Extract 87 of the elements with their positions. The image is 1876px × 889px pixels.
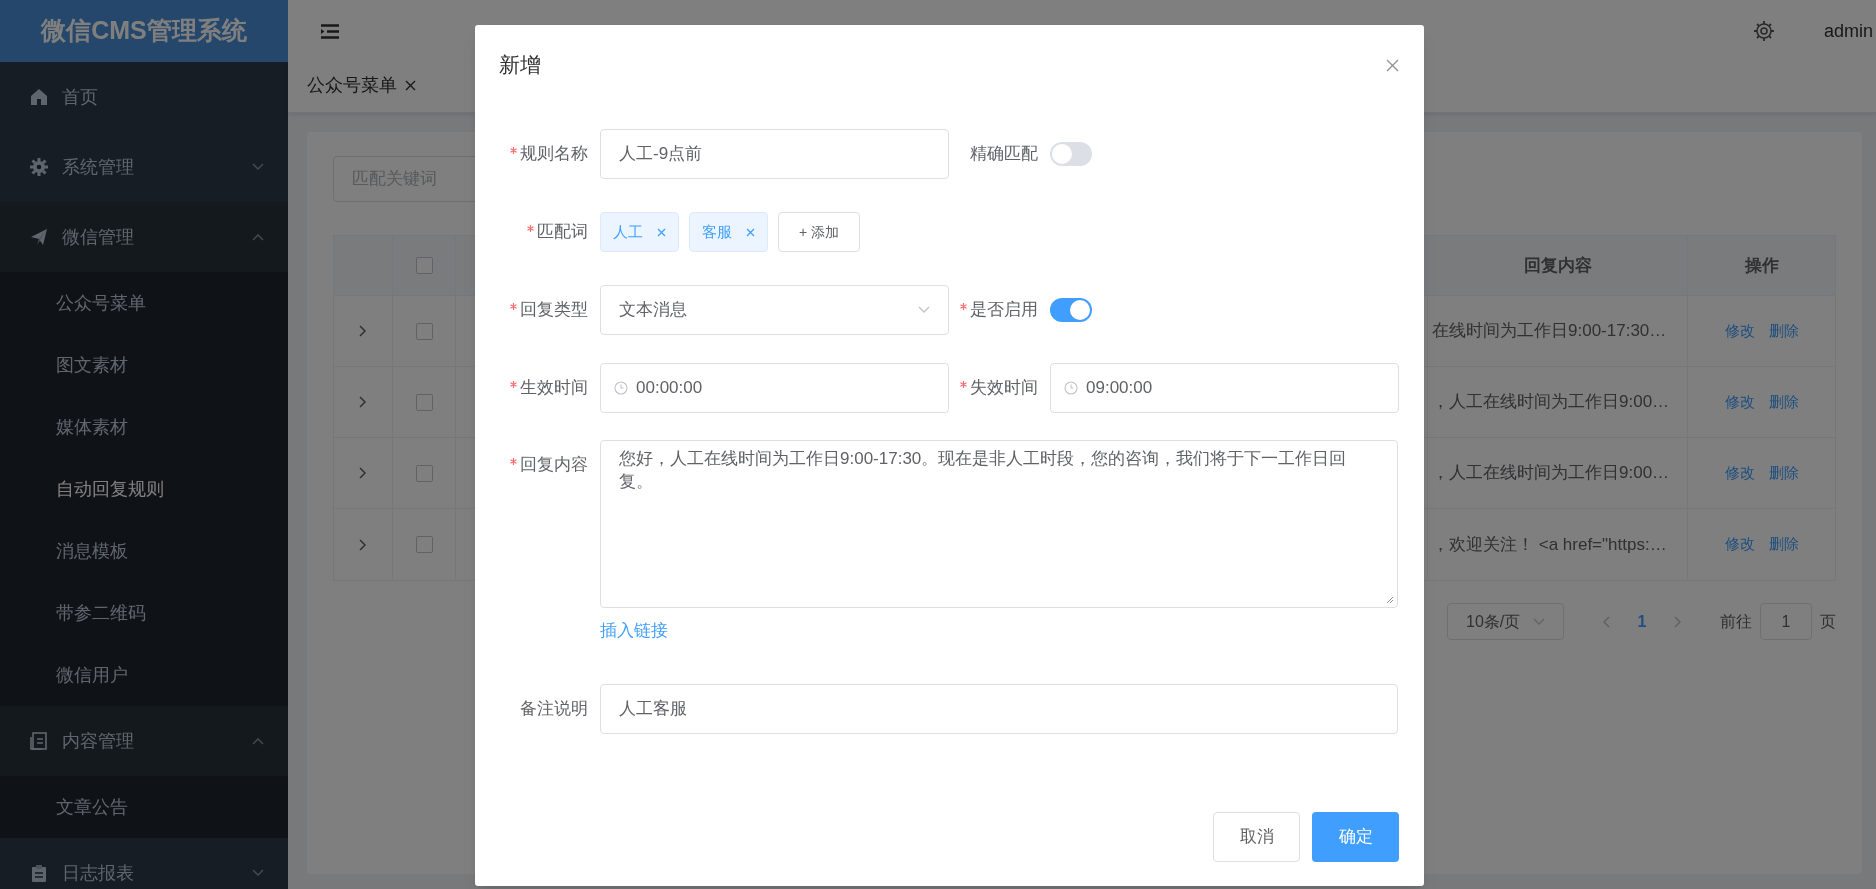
action-link[interactable]: 删除 xyxy=(1768,390,1799,414)
sidebar-item[interactable]: 首页 xyxy=(0,62,288,132)
user-name[interactable]: admin xyxy=(1823,17,1873,45)
text-area-value: 您好，人工在线时间为工作日9:00-17:30。现在是非人工时段，您的咨询，我们将于下一工作日回复。 xyxy=(619,448,1348,493)
document-icon xyxy=(30,732,48,750)
chevron-right-icon xyxy=(359,396,367,408)
chevron-right-icon xyxy=(1673,615,1682,628)
field-label: 回复类型 xyxy=(520,299,588,322)
action-link[interactable]: 修改 xyxy=(1724,461,1755,485)
tag[interactable]: 客服 xyxy=(689,212,768,252)
field-label: 回复内容 xyxy=(520,454,588,477)
clipboard-icon xyxy=(30,864,48,882)
field-label: 匹配词 xyxy=(537,221,588,244)
home-icon xyxy=(30,88,48,106)
sidebar-subitem[interactable]: 微信用户 xyxy=(0,644,288,706)
toggle-switch[interactable] xyxy=(1050,298,1092,322)
page-suffix: 页 xyxy=(1820,611,1836,632)
field-label: 规则名称 xyxy=(520,143,588,166)
settings-button[interactable] xyxy=(1751,19,1776,43)
time-field[interactable]: 00:00:00 xyxy=(600,363,949,413)
field-label: 生效时间 xyxy=(520,377,588,400)
sidebar-item[interactable]: 日志报表 xyxy=(0,838,288,889)
menu-icon xyxy=(321,23,339,39)
field-label: 备注说明 xyxy=(520,697,588,720)
sidebar-subitem[interactable]: 消息模板 xyxy=(0,520,288,582)
text-field[interactable]: 人工-9点前 xyxy=(600,129,949,179)
sidebar-subitem[interactable]: 图文素材 xyxy=(0,334,288,396)
checkbox[interactable] xyxy=(415,257,433,274)
insert-link[interactable]: 插入链接 xyxy=(600,618,668,644)
chevron-right-icon xyxy=(359,325,367,337)
settings-icon xyxy=(1752,20,1775,42)
field-label: 精确匹配 xyxy=(970,143,1038,166)
add-tag-button[interactable]: + 添加 xyxy=(778,212,861,252)
app-logo: 微信CMS管理系统 xyxy=(0,0,288,62)
action-link[interactable]: 修改 xyxy=(1724,533,1755,556)
close-button[interactable] xyxy=(1384,57,1400,73)
field-label: 失效时间 xyxy=(970,377,1038,400)
paper-plane-icon xyxy=(30,228,48,246)
checkbox[interactable] xyxy=(415,393,433,411)
confirm-button[interactable]: 确定 xyxy=(1312,811,1399,862)
close-icon xyxy=(1385,58,1399,72)
sidebar-subitem[interactable]: 带参二维码 xyxy=(0,582,288,644)
sidebar-subitem[interactable]: 媒体素材 xyxy=(0,396,288,458)
close-icon xyxy=(405,80,416,91)
gear-icon xyxy=(30,158,48,176)
action-link[interactable]: 删除 xyxy=(1768,461,1799,485)
table-cell-text: ，人工在线时间为工作日9:00… xyxy=(1432,391,1670,414)
table-cell-text: ，人工在线时间为工作日9:00… xyxy=(1432,462,1670,485)
chevron-left-icon xyxy=(1602,615,1610,628)
select-field[interactable]: 文本消息 xyxy=(600,285,949,335)
column-header: 操作 xyxy=(1744,254,1779,277)
page-size-select[interactable]: 10条/页 xyxy=(1447,603,1565,640)
close-icon xyxy=(746,227,755,237)
checkbox[interactable] xyxy=(415,464,433,482)
text-area[interactable]: 您好，人工在线时间为工作日9:00-17:30。现在是非人工时段，您的咨询，我们将于下一工作日回复。 xyxy=(600,440,1398,608)
resize-handle-icon xyxy=(1386,596,1394,604)
chevron-right-icon xyxy=(359,538,367,551)
table-cell-text: 在线时间为工作日9:00-17:30… xyxy=(1432,320,1667,343)
dialog-title: 新增 xyxy=(499,52,541,79)
chevron-down-icon xyxy=(918,306,930,314)
checkbox[interactable] xyxy=(415,322,433,340)
field-label: 是否启用 xyxy=(970,299,1038,322)
action-link[interactable]: 删除 xyxy=(1768,319,1799,343)
text-field[interactable]: 人工客服 xyxy=(600,683,1398,734)
column-header: 回复内容 xyxy=(1523,254,1592,277)
tag[interactable]: 人工 xyxy=(600,212,679,252)
chevron-down-icon xyxy=(1533,617,1546,626)
sidebar-subitem[interactable]: 公众号菜单 xyxy=(0,272,288,334)
page-button[interactable]: 1 xyxy=(1627,609,1656,634)
tab[interactable]: 公众号菜单 xyxy=(307,61,424,112)
goto-label: 前往 xyxy=(1719,611,1752,632)
sidebar-subitem[interactable]: 自动回复规则 xyxy=(0,458,288,520)
action-link[interactable]: 删除 xyxy=(1768,533,1799,556)
close-icon xyxy=(657,227,666,237)
table-cell-text: ，欢迎关注！ <a href="https:… xyxy=(1432,533,1667,556)
clock-icon xyxy=(614,381,628,395)
action-link[interactable]: 修改 xyxy=(1724,390,1755,414)
time-field[interactable]: 09:00:00 xyxy=(1050,363,1399,413)
checkbox[interactable] xyxy=(415,536,433,553)
sidebar-subitem[interactable]: 文章公告 xyxy=(0,776,288,838)
cancel-button[interactable]: 取消 xyxy=(1213,811,1300,862)
action-link[interactable]: 修改 xyxy=(1724,319,1755,343)
chevron-right-icon xyxy=(359,467,367,479)
toggle-switch[interactable] xyxy=(1050,142,1092,166)
clock-icon xyxy=(1064,381,1078,395)
sidebar-item[interactable]: 系统管理 xyxy=(0,132,288,202)
page-input[interactable]: 1 xyxy=(1759,603,1812,640)
